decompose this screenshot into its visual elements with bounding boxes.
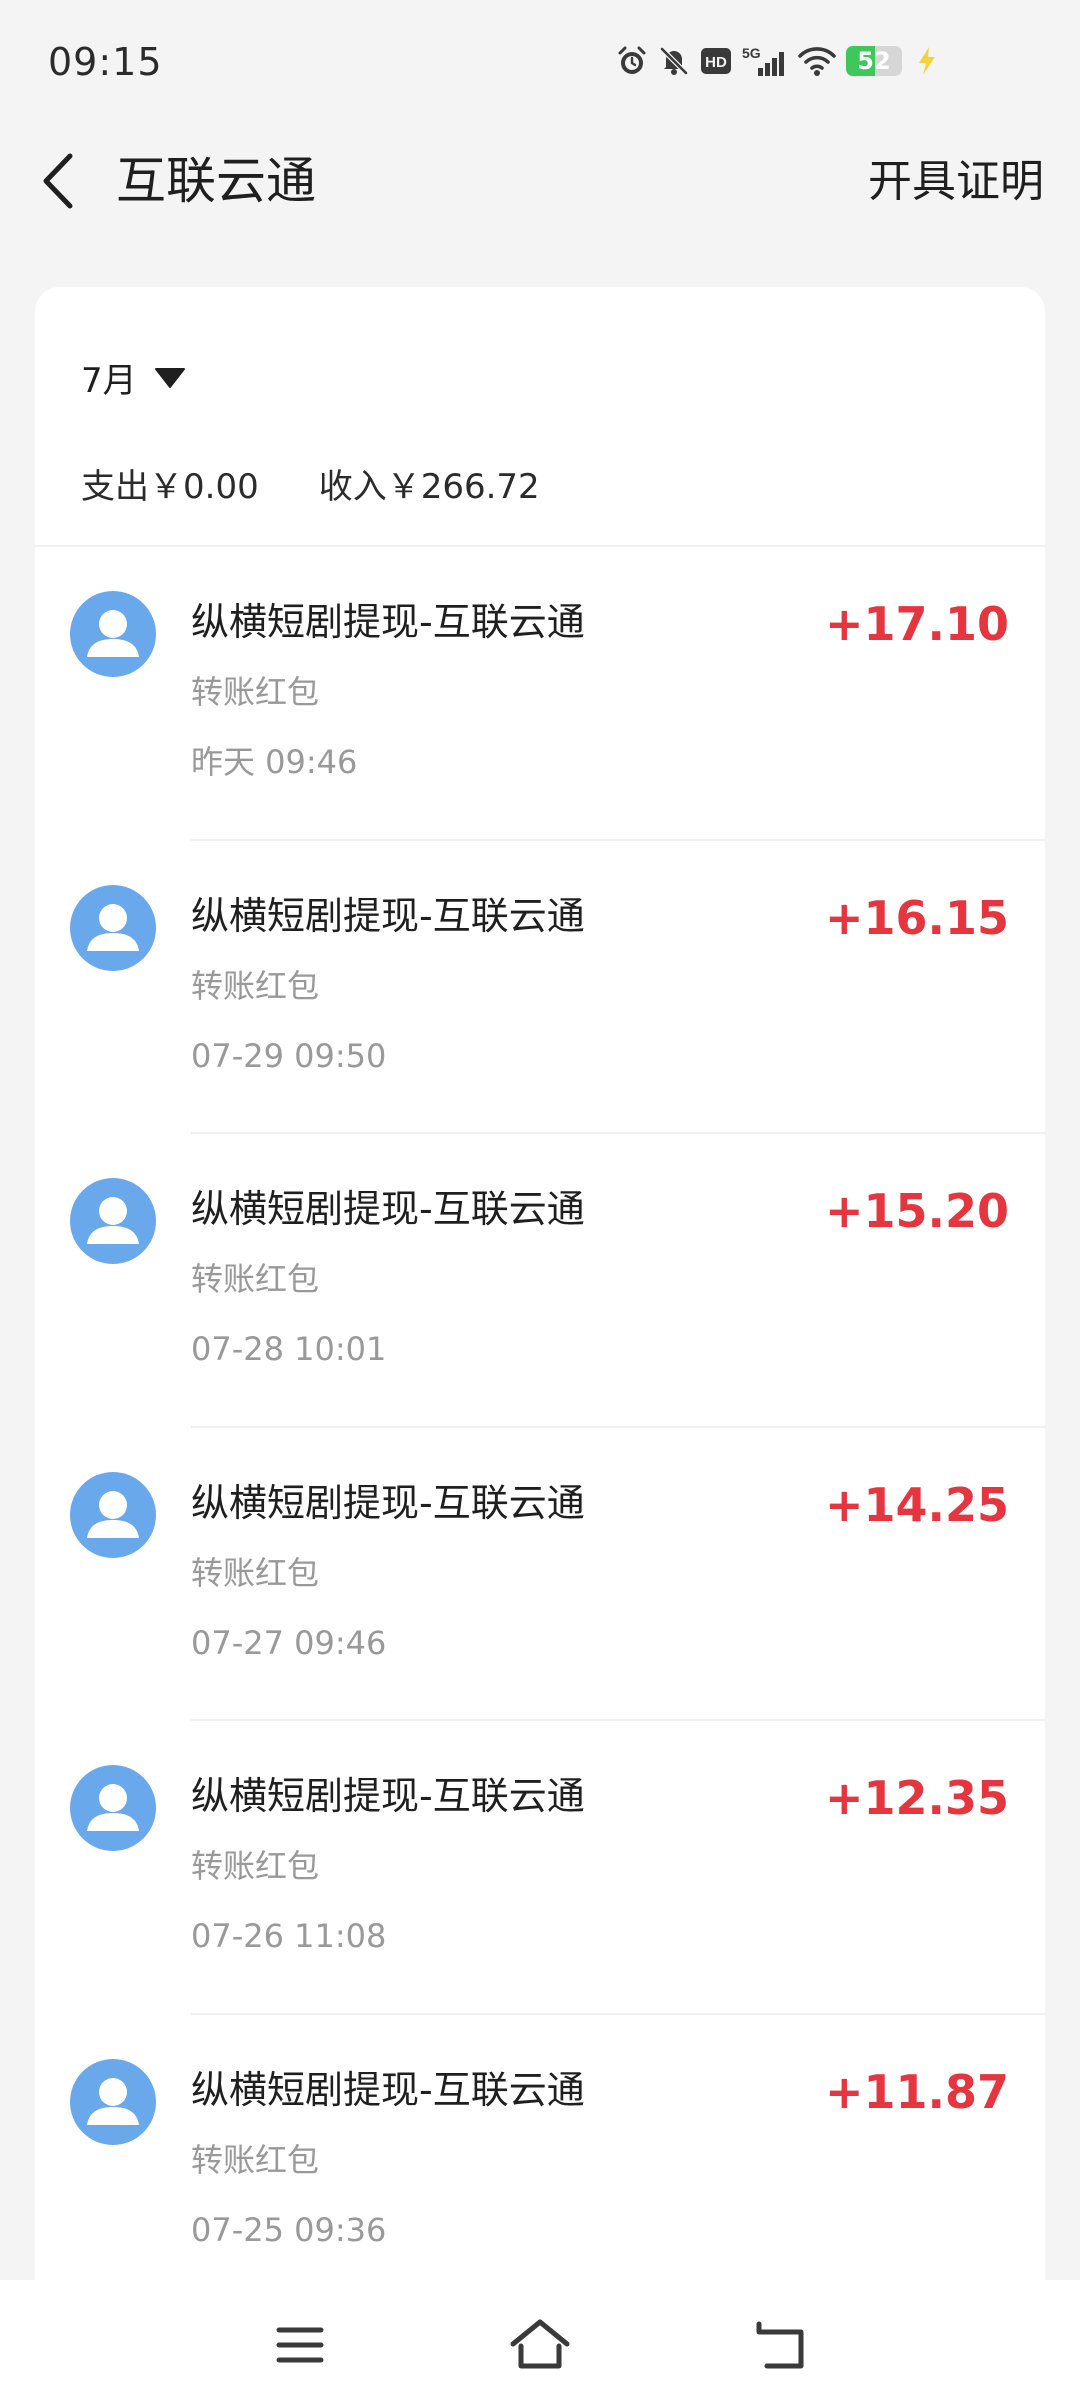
avatar (70, 1471, 156, 1558)
home-button[interactable] (505, 2310, 575, 2380)
month-selector[interactable]: 7月 (81, 353, 185, 402)
transaction-item[interactable]: 纵横短剧提现-互联云通转账红包 07-28 10:01 +15.20 (35, 1134, 1045, 1428)
status-bar: 09:15 HD 5G 52 (0, 0, 1080, 120)
transaction-amount: +16.15 (824, 890, 1009, 945)
transactions-card: 7月 支出￥0.00 收入￥266.72 纵横短剧提现-互联云通 转账红包 昨天 0… (35, 287, 1045, 2408)
back-button[interactable] (30, 148, 90, 214)
expense-total: 支出￥0.00 (81, 467, 259, 507)
summary: 支出￥0.00 收入￥266.72 (81, 459, 540, 508)
transaction-time: 07-27 09:46 (191, 1623, 387, 1662)
transaction-time: 07-25 09:36 (191, 2210, 387, 2249)
back-icon (753, 2321, 804, 2369)
transaction-item[interactable]: 纵横短剧提现-互联云通转账红包 07-29 09:50 +16.15 (35, 841, 1045, 1135)
transaction-time: 昨天 09:46 (191, 743, 358, 781)
mute-bell-icon (658, 45, 690, 77)
transaction-item[interactable]: 纵横短剧提现-互联云通转账红包 07-26 11:08 +12.35 (35, 1721, 1045, 2015)
svg-text:HD: HD (705, 54, 727, 71)
battery-icon: 52 (846, 46, 902, 76)
transaction-amount: +11.87 (824, 2064, 1009, 2119)
transaction-type: 转账红包 (191, 673, 320, 711)
signal-5g-icon: 5G (742, 44, 788, 78)
user-icon (87, 903, 139, 951)
transaction-title: 纵横短剧提现-互联云通 (191, 600, 585, 644)
transaction-item[interactable]: 纵横短剧提现-互联云通转账红包 07-25 09:36 +11.87 (35, 2015, 1045, 2309)
svg-text:5G: 5G (742, 45, 761, 61)
status-icons: HD 5G 52 (616, 44, 940, 78)
avatar (70, 1765, 156, 1852)
alarm-icon (616, 45, 648, 77)
income-total: 收入￥266.72 (318, 467, 540, 507)
avatar (70, 2058, 156, 2145)
system-back-button[interactable] (745, 2310, 815, 2380)
triangle-down-icon (154, 367, 185, 388)
home-icon (510, 2319, 570, 2369)
transaction-list: 纵横短剧提现-互联云通 转账红包 昨天 09:46 +17.10 纵横短剧提现-互联云通… (35, 547, 1045, 2309)
transaction-amount: +15.20 (824, 1184, 1009, 1239)
status-time: 09:15 (48, 40, 163, 84)
transaction-type: 转账红包 (191, 1260, 320, 1299)
transaction-type: 转账红包 (191, 2140, 320, 2179)
transaction-time: 07-28 10:01 (191, 1330, 387, 1369)
transaction-amount: +12.35 (824, 1771, 1009, 1826)
chevron-left-icon (43, 153, 73, 209)
transaction-time: 07-26 11:08 (191, 1917, 387, 1956)
menu-button[interactable] (265, 2310, 335, 2380)
battery-level: 52 (857, 47, 891, 75)
transaction-title: 纵横短剧提现-互联云通 (191, 1480, 585, 1525)
system-nav-bar (0, 2280, 1080, 2408)
avatar (70, 1178, 156, 1265)
page-title: 互联云通 (116, 152, 316, 210)
avatar (70, 884, 156, 971)
month-label: 7月 (81, 361, 137, 401)
transaction-type: 转账红包 (191, 966, 320, 1005)
hd-icon: HD (700, 46, 732, 76)
avatar (70, 591, 156, 677)
transaction-item[interactable]: 纵横短剧提现-互联云通转账红包 07-27 09:46 +14.25 (35, 1428, 1045, 1722)
issue-certificate-button[interactable]: 开具证明 (868, 152, 1044, 212)
transaction-title: 纵横短剧提现-互联云通 (191, 1774, 585, 1819)
user-icon (87, 2077, 139, 2125)
transaction-title: 纵横短剧提现-互联云通 (191, 1187, 585, 1232)
user-icon (87, 1197, 139, 1245)
charging-icon (914, 45, 940, 77)
transaction-type: 转账红包 (191, 1553, 320, 1592)
transaction-title: 纵横短剧提现-互联云通 (191, 2067, 585, 2112)
menu-icon (276, 2327, 324, 2363)
header: 互联云通 开具证明 (0, 130, 1080, 230)
transaction-type: 转账红包 (191, 1847, 320, 1886)
transaction-time: 07-29 09:50 (191, 1036, 387, 1075)
user-icon (87, 1490, 139, 1538)
wifi-icon (798, 45, 836, 77)
transaction-amount: +17.10 (824, 597, 1009, 651)
user-icon (87, 1784, 139, 1832)
user-icon (87, 610, 139, 657)
transaction-amount: +14.25 (824, 1477, 1009, 1532)
transaction-item[interactable]: 纵横短剧提现-互联云通转账红包昨天 09:46 +17.10 (35, 547, 1045, 841)
transaction-title: 纵横短剧提现-互联云通 (191, 893, 585, 938)
